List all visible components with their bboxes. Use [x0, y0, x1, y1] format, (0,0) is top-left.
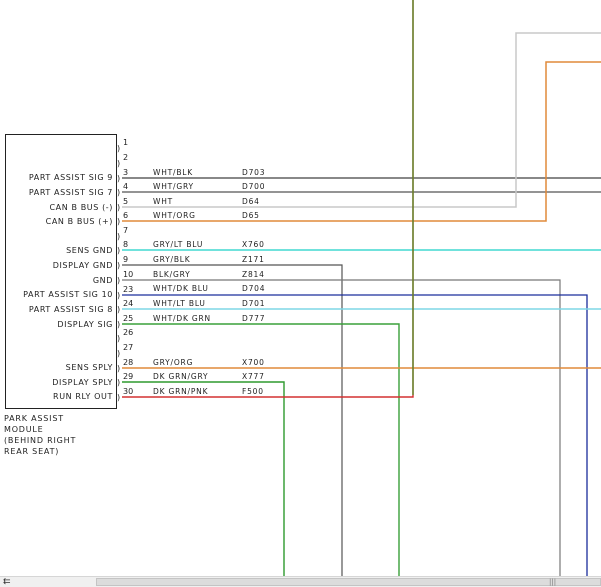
- pin-6-number: 6: [123, 211, 128, 220]
- pin-23-number: 23: [123, 285, 133, 294]
- pin-1-bracket: ): [117, 144, 120, 153]
- pin-8-label: SENS GND: [66, 246, 113, 255]
- pin-10-bracket: ): [117, 276, 120, 285]
- circuit-pin-8: X760: [242, 240, 265, 249]
- pin-30-bracket: ): [117, 393, 120, 402]
- circuit-pin-24: D701: [242, 299, 265, 308]
- pin-30-number: 30: [123, 387, 133, 396]
- circuit-pin-4: D700: [242, 182, 265, 191]
- wire-pin-29: [122, 381, 285, 576]
- pin-30-label: RUN RLY OUT: [53, 392, 113, 401]
- pin-28-number: 28: [123, 358, 133, 367]
- pin-25-label: DISPLAY SIG: [57, 320, 113, 329]
- pin-4-label: PART ASSIST SIG 7: [29, 188, 113, 197]
- wire-color-pin-10: BLK/GRY: [153, 270, 191, 279]
- wire-pin-23: [122, 294, 588, 576]
- scrollbar-thumb[interactable]: |||: [96, 578, 601, 586]
- wire-pin-9: [122, 264, 343, 576]
- pin-7-number: 7: [123, 226, 128, 235]
- pin-29-number: 29: [123, 372, 133, 381]
- wire-pin-5: [122, 32, 601, 208]
- wire-color-pin-4: WHT/GRY: [153, 182, 194, 191]
- wire-color-pin-9: GRY/BLK: [153, 255, 191, 264]
- circuit-pin-3: D703: [242, 168, 265, 177]
- pin-23-label: PART ASSIST SIG 10: [23, 290, 113, 299]
- pin-29-label: DISPLAY SPLY: [52, 378, 113, 387]
- pin-5-label: CAN B BUS (-): [49, 203, 113, 212]
- module-label-line-1: PARK ASSIST: [4, 414, 64, 423]
- pin-25-bracket: ): [117, 320, 120, 329]
- circuit-pin-28: X700: [242, 358, 265, 367]
- module-label-line-2: MODULE: [4, 425, 44, 434]
- circuit-pin-30: F500: [242, 387, 264, 396]
- pin-3-bracket: ): [117, 174, 120, 183]
- pin-4-number: 4: [123, 182, 128, 191]
- pin-28-bracket: ): [117, 364, 120, 373]
- pin-28-label: SENS SPLY: [66, 363, 113, 372]
- wire-color-pin-24: WHT/LT BLU: [153, 299, 206, 308]
- wire-pin-6: [122, 61, 601, 222]
- circuit-pin-9: Z171: [242, 255, 265, 264]
- pin-26-number: 26: [123, 328, 133, 337]
- pin-29-bracket: ): [117, 378, 120, 387]
- pin-4-bracket: ): [117, 188, 120, 197]
- wire-color-pin-3: WHT/BLK: [153, 168, 193, 177]
- pin-27-bracket: ): [117, 349, 120, 358]
- wire-color-pin-8: GRY/LT BLU: [153, 240, 203, 249]
- wire-color-pin-5: WHT: [153, 197, 173, 206]
- pin-1-number: 1: [123, 138, 128, 147]
- wire-color-pin-23: WHT/DK BLU: [153, 284, 209, 293]
- pin-24-label: PART ASSIST SIG 8: [29, 305, 113, 314]
- pin-9-label: DISPLAY GND: [53, 261, 113, 270]
- circuit-pin-6: D65: [242, 211, 260, 220]
- circuit-pin-23: D704: [242, 284, 265, 293]
- horizontal-scrollbar[interactable]: ⇇ |||: [0, 576, 601, 587]
- pin-8-bracket: ): [117, 246, 120, 255]
- pin-23-bracket: ): [117, 291, 120, 300]
- pin-9-number: 9: [123, 255, 128, 264]
- scrollbar-grip-icon: |||: [549, 578, 557, 586]
- pin-2-number: 2: [123, 153, 128, 162]
- wire-color-pin-28: GRY/ORG: [153, 358, 193, 367]
- pin-8-number: 8: [123, 240, 128, 249]
- module-label-line-3: (BEHIND RIGHT: [4, 436, 76, 445]
- wire-color-pin-6: WHT/ORG: [153, 211, 196, 220]
- pin-24-bracket: ): [117, 305, 120, 314]
- wire-color-pin-29: DK GRN/GRY: [153, 372, 208, 381]
- circuit-pin-10: Z814: [242, 270, 265, 279]
- wire-color-pin-25: WHT/DK GRN: [153, 314, 211, 323]
- pin-6-label: CAN B BUS (+): [46, 217, 113, 226]
- pin-2-bracket: ): [117, 159, 120, 168]
- circuit-pin-5: D64: [242, 197, 260, 206]
- pin-25-number: 25: [123, 314, 133, 323]
- pin-10-label: GND: [93, 276, 113, 285]
- pin-3-number: 3: [123, 168, 128, 177]
- pin-3-label: PART ASSIST SIG 9: [29, 173, 113, 182]
- pin-10-number: 10: [123, 270, 133, 279]
- wiring-diagram: PARK ASSIST MODULE (BEHIND RIGHT REAR SE…: [4, 0, 601, 576]
- pin-5-number: 5: [123, 197, 128, 206]
- pin-27-number: 27: [123, 343, 133, 352]
- scroll-left-icon[interactable]: ⇇: [3, 578, 11, 587]
- circuit-pin-25: D777: [242, 314, 265, 323]
- circuit-pin-29: X777: [242, 372, 265, 381]
- wire-color-pin-30: DK GRN/PNK: [153, 387, 209, 396]
- pin-7-bracket: ): [117, 232, 120, 241]
- pin-26-bracket: ): [117, 334, 120, 343]
- pin-6-bracket: ): [117, 217, 120, 226]
- module-label-line-4: REAR SEAT): [4, 447, 59, 456]
- pin-5-bracket: ): [117, 203, 120, 212]
- pin-9-bracket: ): [117, 261, 120, 270]
- pin-24-number: 24: [123, 299, 133, 308]
